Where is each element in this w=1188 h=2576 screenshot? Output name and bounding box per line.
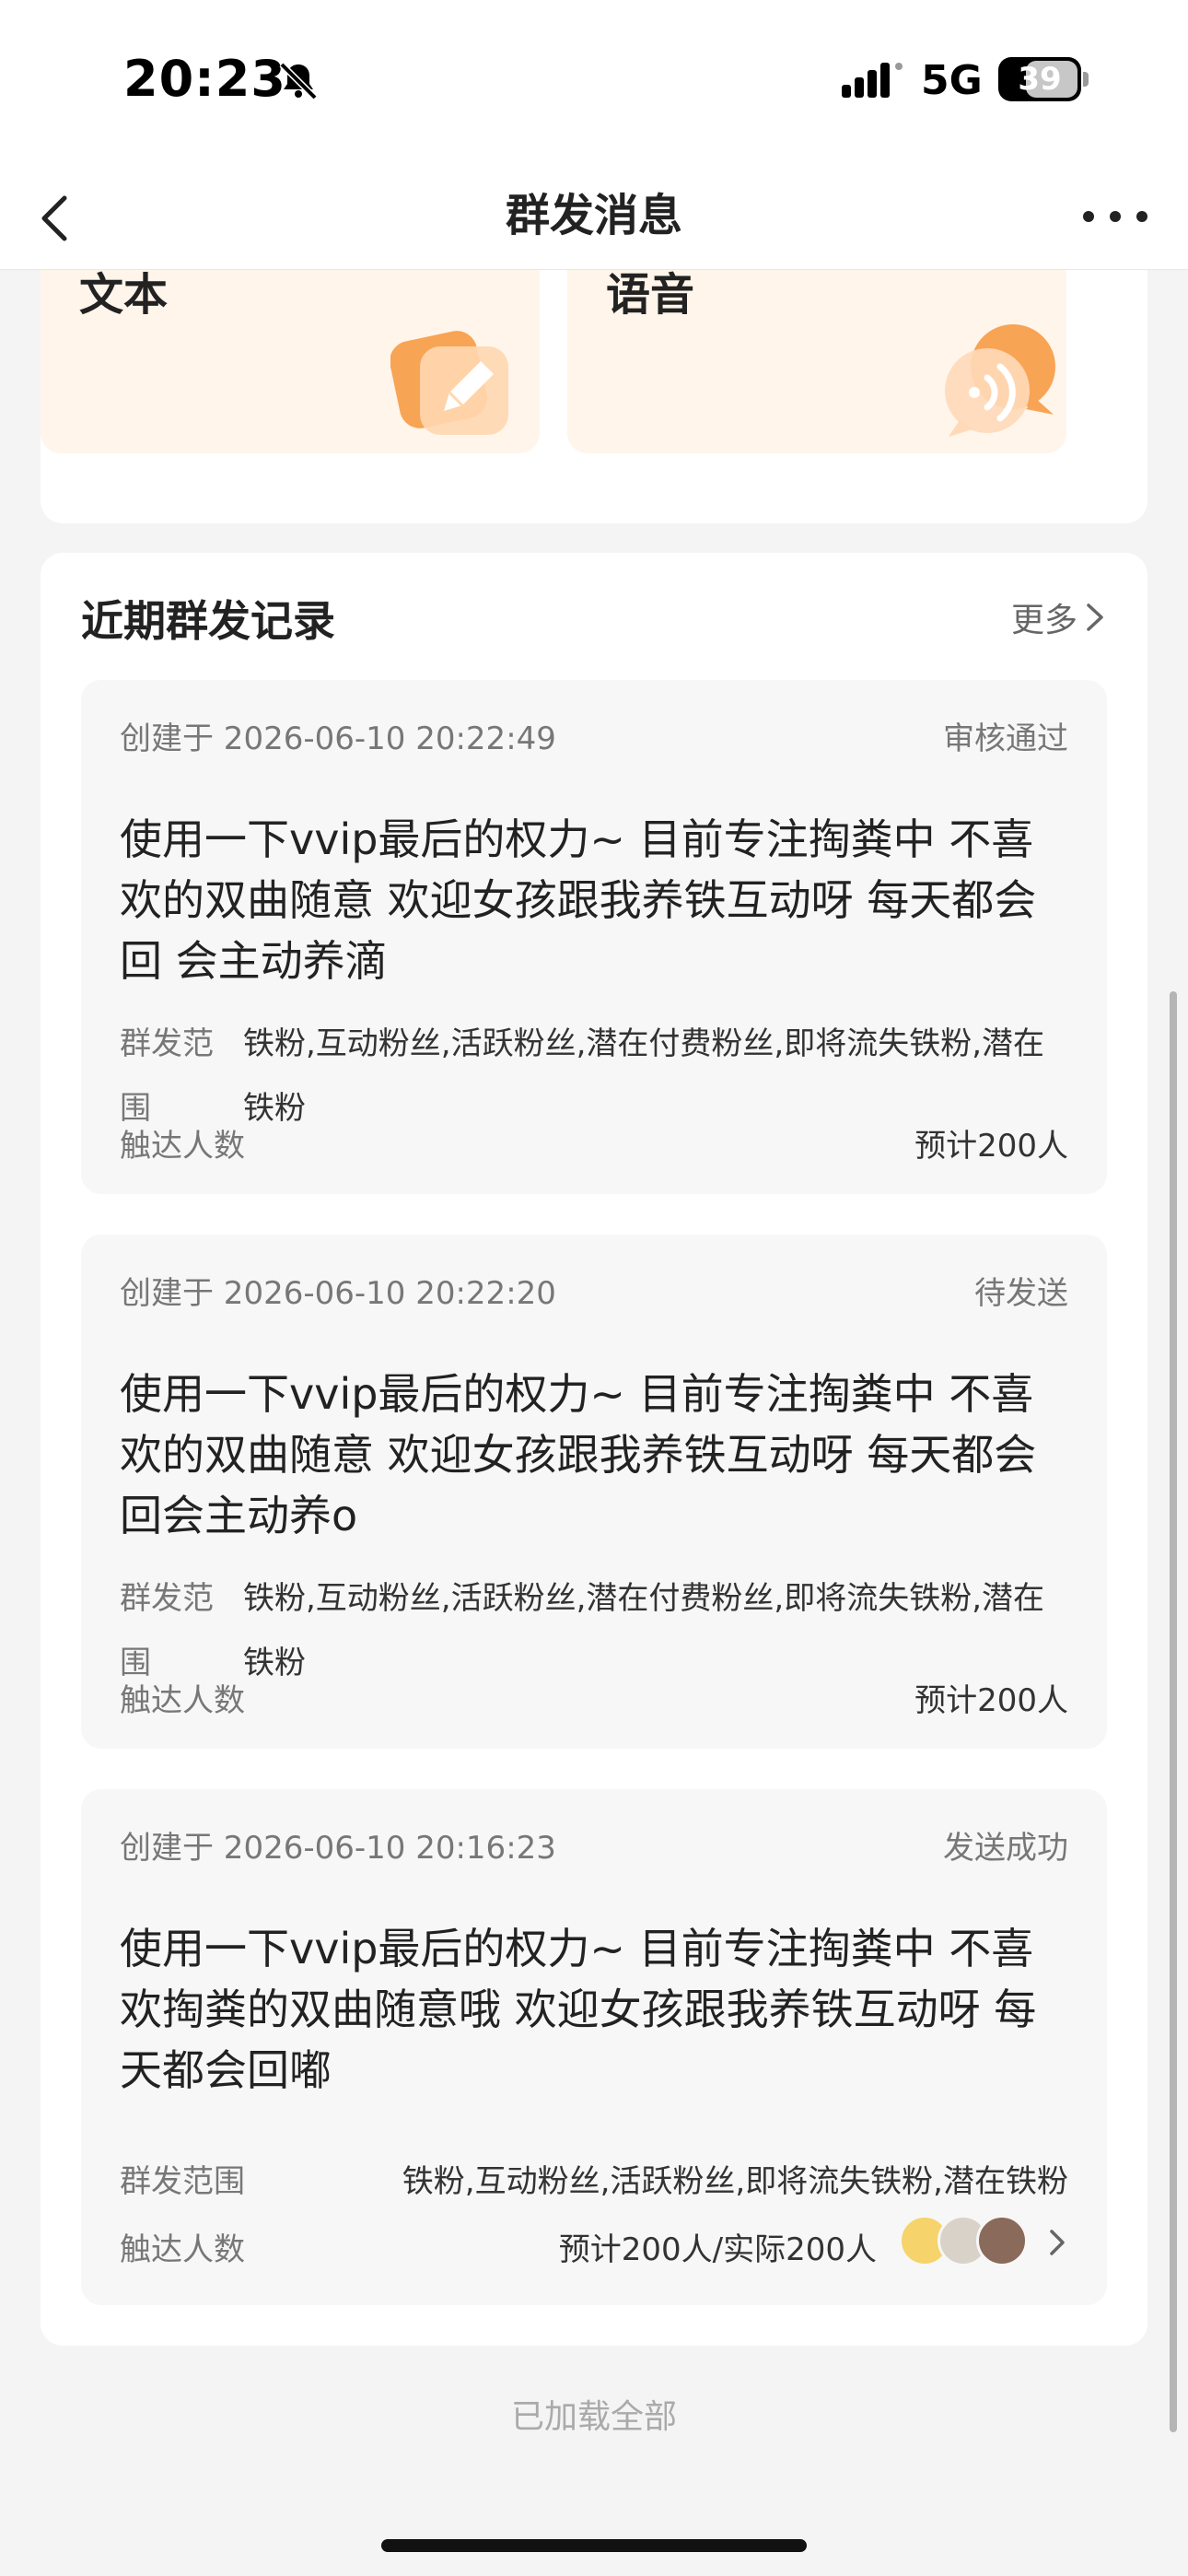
more-options-icon[interactable] [1074, 189, 1157, 244]
record-scope-value: 铁粉,互动粉丝,活跃粉丝,即将流失铁粉,潜在铁粉 [402, 2163, 1068, 2200]
record-reach-label: 触达人数 [120, 1128, 245, 1165]
recent-records-card: 近期群发记录 更多 创建于 2026-06-10 20:22:49 审核通过 使… [41, 553, 1147, 2346]
record-content: 使用一下vvip最后的权力~ 目前专注掏粪中 不喜欢的双曲随意 欢迎女孩跟我养铁… [120, 814, 1037, 986]
record-reach-value: 预计200人/实际200人 [558, 2231, 877, 2268]
nav-bar: 群发消息 [0, 161, 1188, 270]
record-status: 发送成功 [943, 1830, 1068, 1867]
record-reach-value: 预计200人 [914, 1682, 1068, 1719]
record-reach-label: 触达人数 [120, 1682, 245, 1719]
record-reach-value: 预计200人 [914, 1128, 1068, 1165]
battery-icon: 39 [998, 57, 1081, 101]
record-reach-label: 触达人数 [120, 2231, 245, 2268]
status-time: 20:23 [123, 50, 286, 108]
more-label: 更多 [1010, 602, 1077, 639]
record-created-time: 创建于 2026-06-10 20:16:23 [120, 1830, 556, 1867]
record-content: 使用一下vvip最后的权力~ 目前专注掏粪中 不喜欢掏粪的双曲随意哦 欢迎女孩跟… [120, 1924, 1037, 2095]
network-label: 5G [921, 57, 983, 104]
record-item[interactable]: 创建于 2026-06-10 20:22:20 待发送 使用一下vvip最后的权… [81, 1235, 1107, 1749]
chevron-right-icon [1087, 603, 1103, 631]
bell-muted-icon [279, 62, 318, 100]
record-item[interactable]: 创建于 2026-06-10 20:16:23 发送成功 使用一下vvip最后的… [81, 1789, 1107, 2305]
record-status: 审核通过 [943, 720, 1068, 757]
battery-level: 39 [1018, 61, 1062, 98]
record-scope-label: 群发范围 [120, 2163, 245, 2200]
status-bar: 20:23 5G 39 [0, 0, 1188, 161]
back-chevron-icon[interactable] [22, 180, 96, 253]
record-created-time: 创建于 2026-06-10 20:22:49 [120, 720, 556, 757]
more-records-link[interactable]: 更多 [1011, 593, 1107, 641]
chevron-right-icon[interactable] [1046, 2226, 1068, 2259]
battery-tip [1083, 72, 1089, 87]
record-status: 待发送 [974, 1275, 1068, 1312]
signal-icon [842, 63, 903, 98]
pencil-icon [390, 331, 508, 435]
section-title: 近期群发记录 [81, 596, 335, 646]
load-complete-note: 已加载全部 [510, 2398, 677, 2436]
record-content: 使用一下vvip最后的权力~ 目前专注掏粪中 不喜欢的双曲随意 欢迎女孩跟我养铁… [120, 1369, 1037, 1540]
recipient-avatars[interactable] [899, 2215, 1028, 2266]
voice-bubble-icon [945, 324, 1055, 437]
record-item[interactable]: 创建于 2026-06-10 20:22:49 审核通过 使用一下vvip最后的… [81, 680, 1107, 1194]
page-title: 群发消息 [505, 190, 682, 241]
avatar [976, 2215, 1028, 2266]
scrollbar[interactable] [1170, 991, 1177, 2432]
record-created-time: 创建于 2026-06-10 20:22:20 [120, 1275, 556, 1312]
home-indicator[interactable] [381, 2539, 807, 2552]
